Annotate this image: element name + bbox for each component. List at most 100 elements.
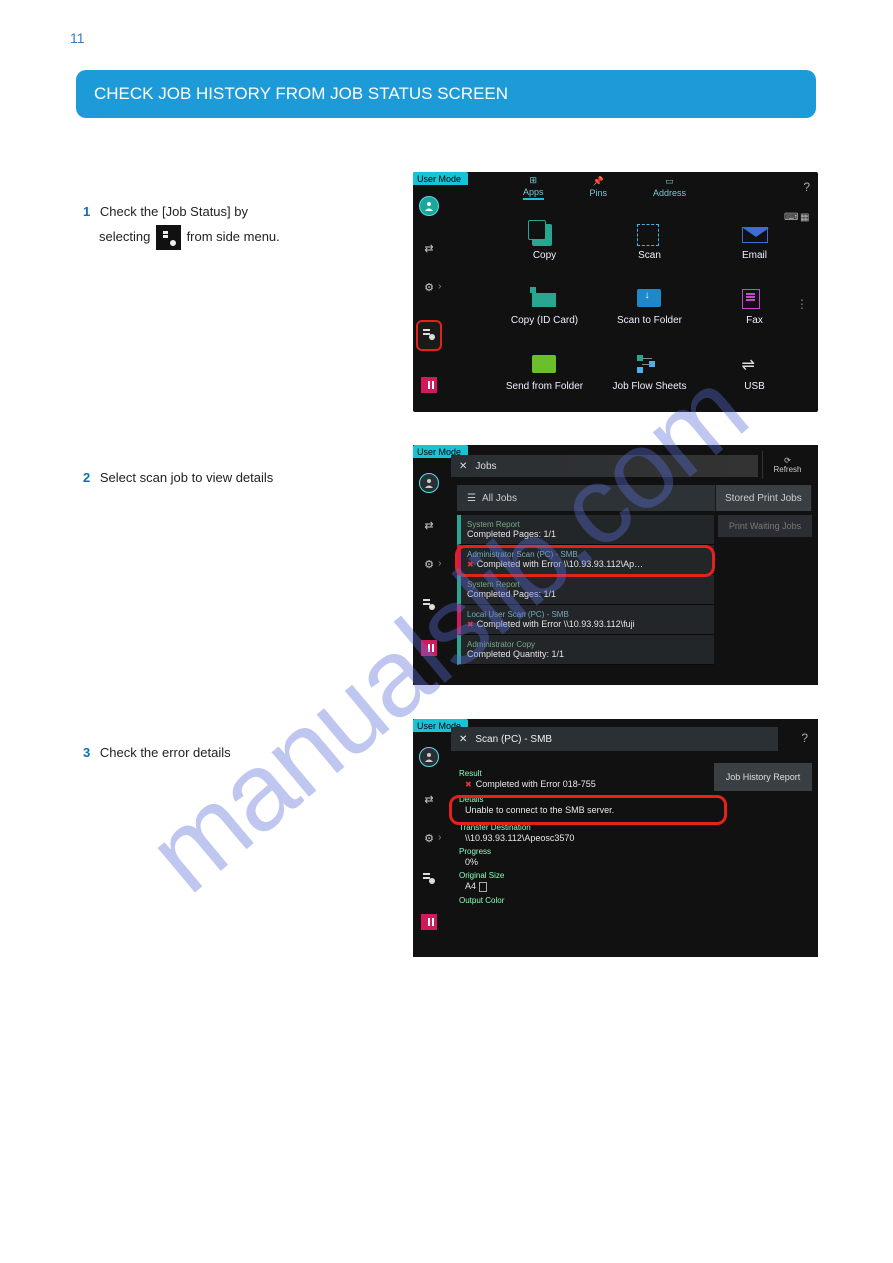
help-icon[interactable]: ? xyxy=(801,731,808,745)
app-copy[interactable]: Copy xyxy=(493,212,596,273)
app-email-label: Email xyxy=(742,250,767,261)
jobstatus-inline-icon xyxy=(156,225,181,250)
app-scan-label: Scan xyxy=(638,250,661,261)
tab-stored-print-jobs[interactable]: Stored Print Jobs xyxy=(716,485,812,511)
tab-all-jobs[interactable]: ☰ All Jobs xyxy=(457,485,716,511)
details-value: Unable to connect to the SMB server. xyxy=(465,805,704,815)
avatar-icon[interactable] xyxy=(419,196,439,216)
outputcolor-label: Output Color xyxy=(459,896,704,905)
app-send-from-folder[interactable]: Send from Folder xyxy=(493,343,596,404)
pause-icon[interactable] xyxy=(421,640,437,656)
step-1-text: 1 Check the [Job Status] by selecting fr… xyxy=(83,200,383,250)
tab-print-waiting-jobs[interactable]: Print Waiting Jobs xyxy=(718,515,812,537)
fax-icon xyxy=(742,289,760,309)
section-header: CHECK JOB HISTORY FROM JOB STATUS SCREEN xyxy=(76,70,816,118)
job-history-report-button[interactable]: Job History Report xyxy=(714,763,812,791)
nav-address-label: Address xyxy=(653,188,686,198)
apps-icon: ⊞ xyxy=(529,175,537,186)
refresh-label: Refresh xyxy=(773,465,801,474)
job-row-user: System Report xyxy=(467,520,708,529)
jobs-tabs: ☰ All Jobs Stored Print Jobs xyxy=(457,485,812,511)
screenshot-job-detail: User Mode ✕ Scan (PC) - SMB ? Job Histor… xyxy=(413,719,818,957)
avatar-icon[interactable] xyxy=(419,473,439,493)
job-row-user: Administrator Copy xyxy=(467,640,708,649)
step-1-part-b: selecting xyxy=(99,229,150,244)
apps-grid: Copy Scan Email Copy (ID Card) Scan to F… xyxy=(493,212,806,404)
usb-icon: ⇌ xyxy=(742,355,768,377)
settings-icon[interactable]: ⚙ xyxy=(424,281,434,294)
step-1-part-c: from side menu. xyxy=(187,229,280,244)
sliders-icon[interactable]: ⇄ xyxy=(424,242,433,255)
detail-header: ✕ Scan (PC) - SMB xyxy=(451,727,778,751)
app-jfs-label: Job Flow Sheets xyxy=(613,381,687,392)
pin-icon: 📌 xyxy=(593,176,604,187)
step-3-content: Check the error details xyxy=(100,745,231,760)
sliders-icon[interactable]: ⇄ xyxy=(424,793,433,806)
scantofolder-icon xyxy=(637,289,661,307)
address-icon: ▭ xyxy=(665,176,674,187)
app-scan[interactable]: Scan xyxy=(598,212,701,273)
nav-address[interactable]: ▭ Address xyxy=(653,176,686,198)
pause-icon[interactable] xyxy=(421,914,437,930)
settings-icon[interactable]: ⚙ xyxy=(424,832,434,845)
sliders-icon[interactable]: ⇄ xyxy=(424,519,433,532)
details-label: Details xyxy=(459,795,704,804)
sidebar: ⇄ ⚙ xyxy=(413,459,445,685)
jobs-header: ✕ Jobs xyxy=(451,455,758,477)
step-2-number: 2 xyxy=(83,470,90,485)
step-1-number: 1 xyxy=(83,204,90,219)
job-row-user: Local User Scan (PC) - SMB xyxy=(467,610,708,619)
step-2-text: 2 Select scan job to view details xyxy=(83,470,383,485)
originalsize-label: Original Size xyxy=(459,871,704,880)
app-usb[interactable]: ⇌USB xyxy=(703,343,806,404)
app-copy-label: Copy xyxy=(533,250,556,261)
app-fax-label: Fax xyxy=(746,315,763,326)
alljobs-icon: ☰ xyxy=(467,493,476,504)
refresh-button[interactable]: ⟳ Refresh xyxy=(762,451,812,479)
help-icon[interactable]: ? xyxy=(803,180,810,194)
page-number: 11 xyxy=(70,30,85,46)
jobstatus-icon[interactable] xyxy=(422,871,436,888)
pause-icon[interactable] xyxy=(421,377,437,393)
close-icon[interactable]: ✕ xyxy=(459,461,467,472)
jobstatus-icon[interactable] xyxy=(416,320,442,351)
job-row-status: Completed with Error \\10.93.93.112\fuji xyxy=(467,619,708,629)
jobstatus-icon[interactable] xyxy=(422,597,436,614)
progress-label: Progress xyxy=(459,847,704,856)
job-row-status: Completed with Error \\10.93.93.112\Ap… xyxy=(467,559,708,569)
nav-pins[interactable]: 📌 Pins xyxy=(590,176,608,198)
sidebar: ⇄ ⚙ xyxy=(413,182,445,412)
job-row[interactable]: Local User Scan (PC) - SMB Completed wit… xyxy=(457,605,714,635)
step-3-number: 3 xyxy=(83,745,90,760)
job-row[interactable]: Administrator Copy Completed Quantity: 1… xyxy=(457,635,714,665)
app-idcard-label: Copy (ID Card) xyxy=(511,315,578,326)
avatar-icon[interactable] xyxy=(419,747,439,767)
settings-icon[interactable]: ⚙ xyxy=(424,558,434,571)
top-nav: ⊞ Apps 📌 Pins ▭ Address xyxy=(523,172,810,202)
job-row-status: Completed Pages: 1/1 xyxy=(467,529,708,539)
nav-apps[interactable]: ⊞ Apps xyxy=(523,175,544,200)
destination-label: Transfer Destination xyxy=(459,823,704,832)
app-job-flow-sheets[interactable]: Job Flow Sheets xyxy=(598,343,701,404)
job-row-user: System Report xyxy=(467,580,708,589)
folder-icon xyxy=(532,355,556,373)
job-row[interactable]: System Report Completed Pages: 1/1 xyxy=(457,575,714,605)
screenshot-home: User Mode ⊞ Apps 📌 Pins ▭ Address ? ⌨ ▦ … xyxy=(413,172,818,412)
result-value: Completed with Error 018-755 xyxy=(465,779,704,789)
app-email[interactable]: Email xyxy=(703,212,806,273)
step-1-part-a: Check the [Job Status] by xyxy=(100,204,248,219)
scan-icon xyxy=(637,224,659,246)
tab-alljobs-label: All Jobs xyxy=(482,493,517,504)
app-sff-label: Send from Folder xyxy=(506,381,583,392)
tab-spj-label: Stored Print Jobs xyxy=(725,493,802,504)
job-row[interactable]: System Report Completed Pages: 1/1 xyxy=(457,515,714,545)
app-scan-to-folder[interactable]: Scan to Folder xyxy=(598,277,701,338)
app-copy-idcard[interactable]: Copy (ID Card) xyxy=(493,277,596,338)
close-icon[interactable]: ✕ xyxy=(459,734,467,745)
job-row[interactable]: Administrator Scan (PC) - SMB Completed … xyxy=(457,545,714,575)
job-row-user: Administrator Scan (PC) - SMB xyxy=(467,550,708,559)
jobs-list: System Report Completed Pages: 1/1 Admin… xyxy=(457,515,714,681)
result-label: Result xyxy=(459,769,704,778)
app-fax[interactable]: Fax xyxy=(703,277,806,338)
jobs-title: Jobs xyxy=(475,461,496,472)
